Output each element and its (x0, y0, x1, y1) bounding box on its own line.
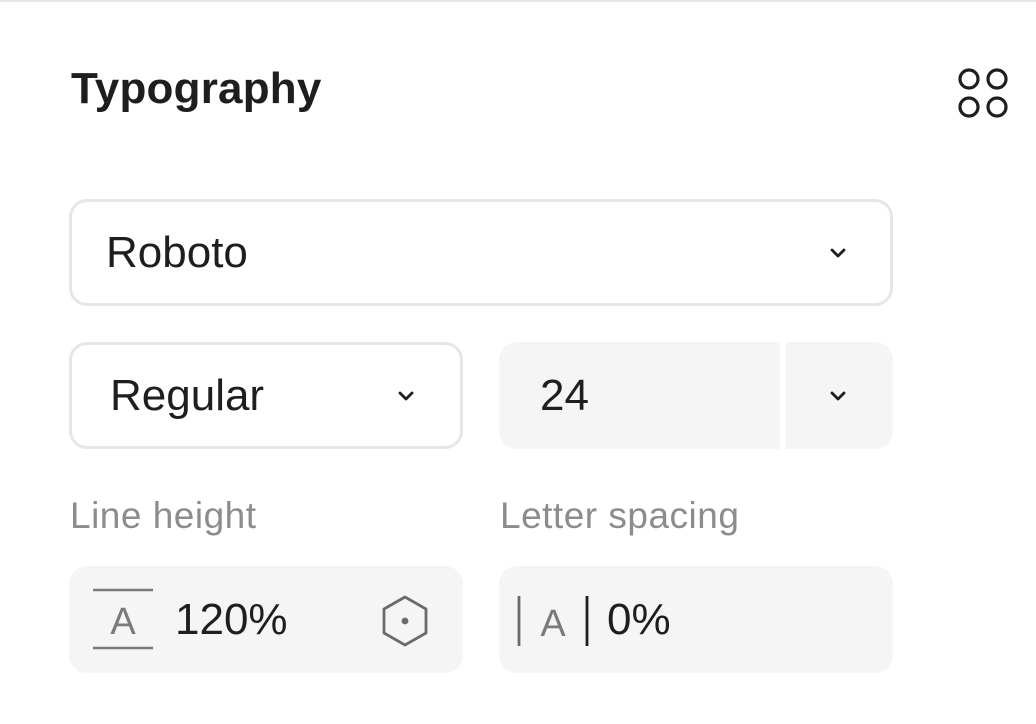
letter-spacing-label: Letter spacing (500, 495, 740, 536)
letter-spacing-value: 0% (607, 594, 671, 644)
line-height-input[interactable]: A 120% (69, 566, 463, 673)
hexagon-variable-icon (382, 595, 428, 647)
line-height-value: 120% (175, 594, 288, 644)
font-size-input[interactable]: 24 (540, 371, 589, 421)
svg-text:A: A (110, 601, 136, 643)
letter-spacing-icon: A (517, 596, 589, 646)
font-family-select[interactable]: Roboto (69, 199, 893, 306)
font-size-dropdown-button[interactable] (786, 342, 893, 449)
font-weight-select[interactable]: Regular (69, 342, 463, 449)
line-height-icon: A (93, 588, 153, 650)
font-size-field: 24 (499, 342, 893, 449)
chevron-down-icon (830, 391, 846, 400)
chevron-down-icon (398, 391, 414, 400)
apply-variable-button[interactable] (379, 593, 431, 649)
line-height-label: Line height (70, 495, 257, 536)
svg-text:A: A (540, 603, 566, 645)
font-weight-value: Regular (110, 370, 265, 420)
font-family-value: Roboto (106, 227, 248, 277)
top-divider (0, 0, 1036, 2)
section-title: Typography (71, 64, 322, 113)
text-styles-button[interactable] (950, 62, 1016, 124)
four-circles-icon (958, 68, 1008, 118)
chevron-down-icon (830, 248, 846, 257)
letter-spacing-input[interactable]: A 0% (499, 566, 893, 673)
